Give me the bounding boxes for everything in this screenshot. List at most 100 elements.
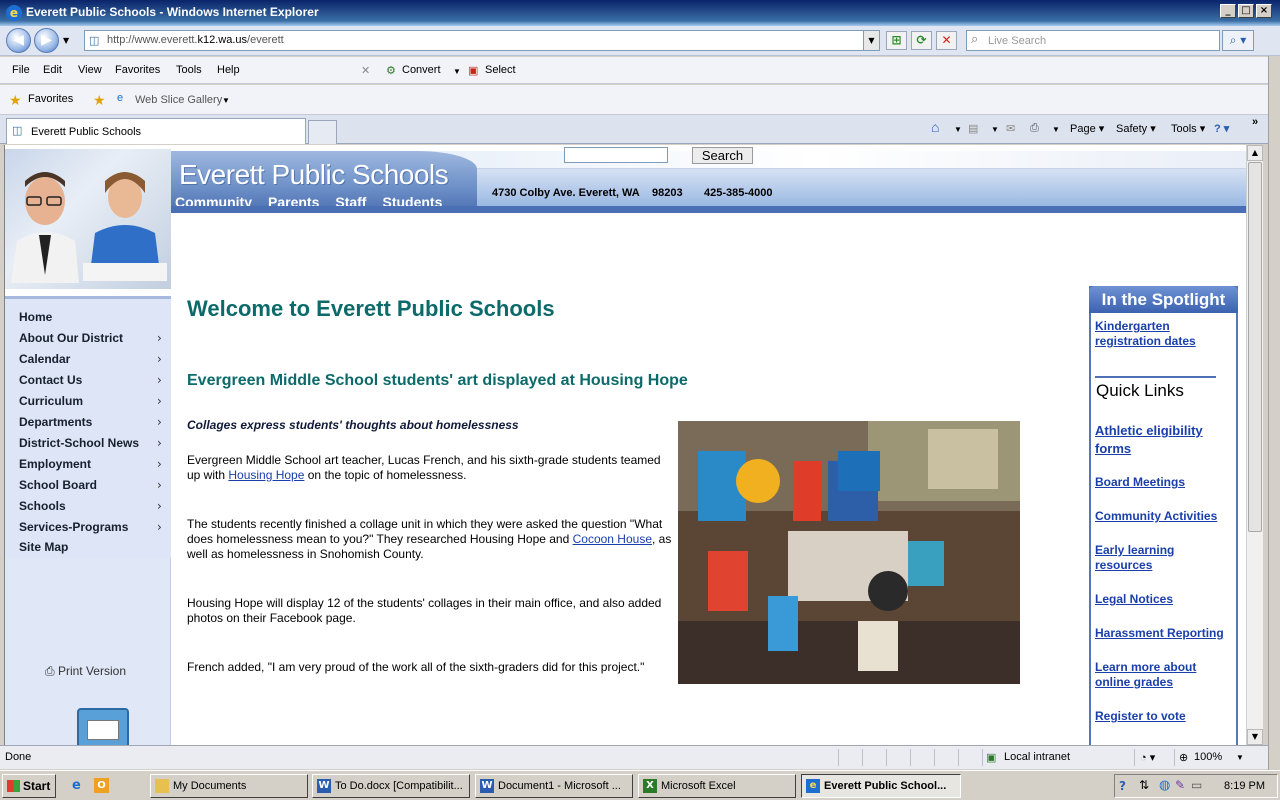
housing-hope-link[interactable]: Housing Hope xyxy=(228,468,304,482)
back-button[interactable]: ◀ xyxy=(6,28,31,53)
chevron-more-icon[interactable]: » xyxy=(1252,116,1258,128)
menu-file[interactable]: File xyxy=(12,64,30,76)
printer-icon: ⎙ xyxy=(45,664,55,678)
feeds-icon[interactable]: ▤ xyxy=(968,122,978,135)
quick-link-athletic[interactable]: Athletic eligibility forms xyxy=(1095,422,1233,458)
add-favorites-icon[interactable]: ★ xyxy=(93,92,106,109)
home-dropdown-icon[interactable]: ▼ xyxy=(954,125,962,134)
print-version-link[interactable]: ⎙ Print Version xyxy=(45,664,126,679)
chevron-right-icon: › xyxy=(157,457,162,471)
help-tray-icon[interactable]: ? xyxy=(1119,779,1126,793)
quick-link-early-learning[interactable]: Early learning resources xyxy=(1095,543,1233,573)
tab-title: Everett Public Schools xyxy=(31,126,142,138)
chevron-right-icon: › xyxy=(157,499,162,513)
web-slice-gallery-link[interactable]: Web Slice Gallery xyxy=(135,94,222,106)
minimize-button[interactable]: _ xyxy=(1220,4,1236,18)
forward-button[interactable]: ▶ xyxy=(34,28,59,53)
student-collage-image xyxy=(678,421,1020,684)
search-go-button[interactable]: ⌕ ▾ xyxy=(1222,30,1254,51)
compatibility-view-icon[interactable]: ⊞ xyxy=(886,31,907,50)
print-icon[interactable]: ⎙ xyxy=(1030,122,1039,135)
quick-link-community[interactable]: Community Activities xyxy=(1095,509,1233,524)
quick-link-register-vote[interactable]: Register to vote xyxy=(1095,709,1233,724)
print-dropdown-icon[interactable]: ▼ xyxy=(1052,125,1060,134)
favorites-star-icon: ★ xyxy=(9,92,22,108)
live-search-box[interactable]: ⌕ Live Search xyxy=(966,30,1220,51)
windows-logo-icon xyxy=(7,780,20,792)
close-toolbar-icon[interactable]: ✕ xyxy=(361,64,370,77)
address-dropdown-icon[interactable]: ▼ xyxy=(863,31,879,50)
select-button[interactable]: Select xyxy=(485,64,516,76)
nav-services[interactable]: Services-Programs xyxy=(19,520,128,534)
favorites-button[interactable]: Favorites xyxy=(28,93,73,105)
convert-button[interactable]: Convert xyxy=(402,64,441,76)
task-document1[interactable]: W Document1 - Microsoft ... xyxy=(475,774,633,798)
quick-link-grades[interactable]: Learn more about online grades xyxy=(1095,660,1233,690)
network-tray-icon[interactable]: ⇅ xyxy=(1139,778,1149,792)
nav-schools[interactable]: Schools xyxy=(19,499,66,513)
stop-icon[interactable]: ✕ xyxy=(936,31,957,50)
refresh-icon[interactable]: ⟳ xyxy=(911,31,932,50)
close-window-button[interactable]: × xyxy=(1256,4,1272,18)
globe-tray-icon[interactable]: ◍ xyxy=(1159,778,1170,793)
zoom-dropdown-icon[interactable]: ▼ xyxy=(1236,753,1244,762)
nav-departments[interactable]: Departments xyxy=(19,415,92,429)
quick-link-harassment[interactable]: Harassment Reporting xyxy=(1095,626,1233,641)
help-icon[interactable]: ? ▾ xyxy=(1214,122,1229,135)
maximize-button[interactable]: □ xyxy=(1238,4,1254,18)
nav-site-map[interactable]: Site Map xyxy=(19,540,68,554)
nav-contact[interactable]: Contact Us xyxy=(19,373,82,387)
task-my-documents[interactable]: My Documents xyxy=(150,774,308,798)
new-tab-button[interactable] xyxy=(308,120,337,144)
nav-home[interactable]: Home xyxy=(19,310,52,324)
nav-school-board[interactable]: School Board xyxy=(19,478,97,492)
scroll-up-icon[interactable]: ▲ xyxy=(1247,145,1263,161)
menu-favorites[interactable]: Favorites xyxy=(115,64,160,76)
spotlight-link-kindergarten[interactable]: Kindergarten registration dates xyxy=(1095,319,1233,349)
protected-mode-icon[interactable]: ◔ ▾ xyxy=(1140,751,1155,764)
chevron-right-icon: › xyxy=(157,415,162,429)
home-icon[interactable]: ⌂ xyxy=(931,119,939,135)
zoom-icon[interactable]: ⊕ xyxy=(1179,751,1188,764)
task-everett-ie[interactable]: e Everett Public School... xyxy=(801,774,961,798)
tab-everett[interactable]: ◫ Everett Public Schools xyxy=(6,118,306,144)
quicklaunch-ie-icon[interactable]: e xyxy=(72,778,81,793)
page-menu[interactable]: Page ▾ xyxy=(1070,122,1104,135)
zoom-level[interactable]: 100% xyxy=(1194,751,1222,763)
address-url[interactable]: http://www.everett.k12.wa.us/everett xyxy=(107,34,284,46)
menu-edit[interactable]: Edit xyxy=(43,64,62,76)
email-envelope-icon[interactable] xyxy=(77,708,129,745)
task-excel[interactable]: X Microsoft Excel xyxy=(638,774,796,798)
nav-employment[interactable]: Employment xyxy=(19,457,91,471)
quicklaunch-outlook-icon[interactable]: O xyxy=(94,778,109,793)
nav-news[interactable]: District-School News xyxy=(19,436,139,450)
cocoon-house-link[interactable]: Cocoon House xyxy=(573,532,652,546)
tools-tray-icon[interactable]: ✎ xyxy=(1175,778,1185,792)
menu-help[interactable]: Help xyxy=(217,64,240,76)
menu-view[interactable]: View xyxy=(78,64,102,76)
nav-curriculum[interactable]: Curriculum xyxy=(19,394,83,408)
clock[interactable]: 8:19 PM xyxy=(1224,780,1265,792)
convert-icon: ⚙ xyxy=(386,65,396,77)
task-todo-docx[interactable]: W To Do.docx [Compatibilit... xyxy=(312,774,470,798)
address-bar[interactable]: ◫ http://www.everett.k12.wa.us/everett ▼ xyxy=(84,30,880,51)
menu-tools[interactable]: Tools xyxy=(176,64,202,76)
recent-pages-dropdown-icon[interactable]: ▼ xyxy=(63,36,69,45)
scroll-thumb[interactable] xyxy=(1248,162,1262,532)
nav-calendar[interactable]: Calendar xyxy=(19,352,70,366)
chevron-right-icon: › xyxy=(157,520,162,534)
start-button[interactable]: Start xyxy=(2,774,56,798)
read-mail-icon[interactable]: ✉ xyxy=(1006,122,1015,135)
page-scrollbar[interactable]: ▲ ▼ xyxy=(1246,145,1263,745)
nav-about[interactable]: About Our District xyxy=(19,331,123,345)
convert-dropdown-icon[interactable]: ▼ xyxy=(453,67,461,76)
scroll-down-icon[interactable]: ▼ xyxy=(1247,729,1263,745)
web-slice-dropdown-icon[interactable]: ▼ xyxy=(222,96,230,105)
tools-menu[interactable]: Tools ▾ xyxy=(1171,122,1205,135)
quick-link-legal[interactable]: Legal Notices xyxy=(1095,592,1233,607)
chevron-right-icon: › xyxy=(157,373,162,387)
monitor-tray-icon[interactable]: ▭ xyxy=(1191,778,1202,792)
quick-link-board[interactable]: Board Meetings xyxy=(1095,475,1233,490)
feeds-dropdown-icon[interactable]: ▼ xyxy=(991,125,999,134)
safety-menu[interactable]: Safety ▾ xyxy=(1116,122,1156,135)
